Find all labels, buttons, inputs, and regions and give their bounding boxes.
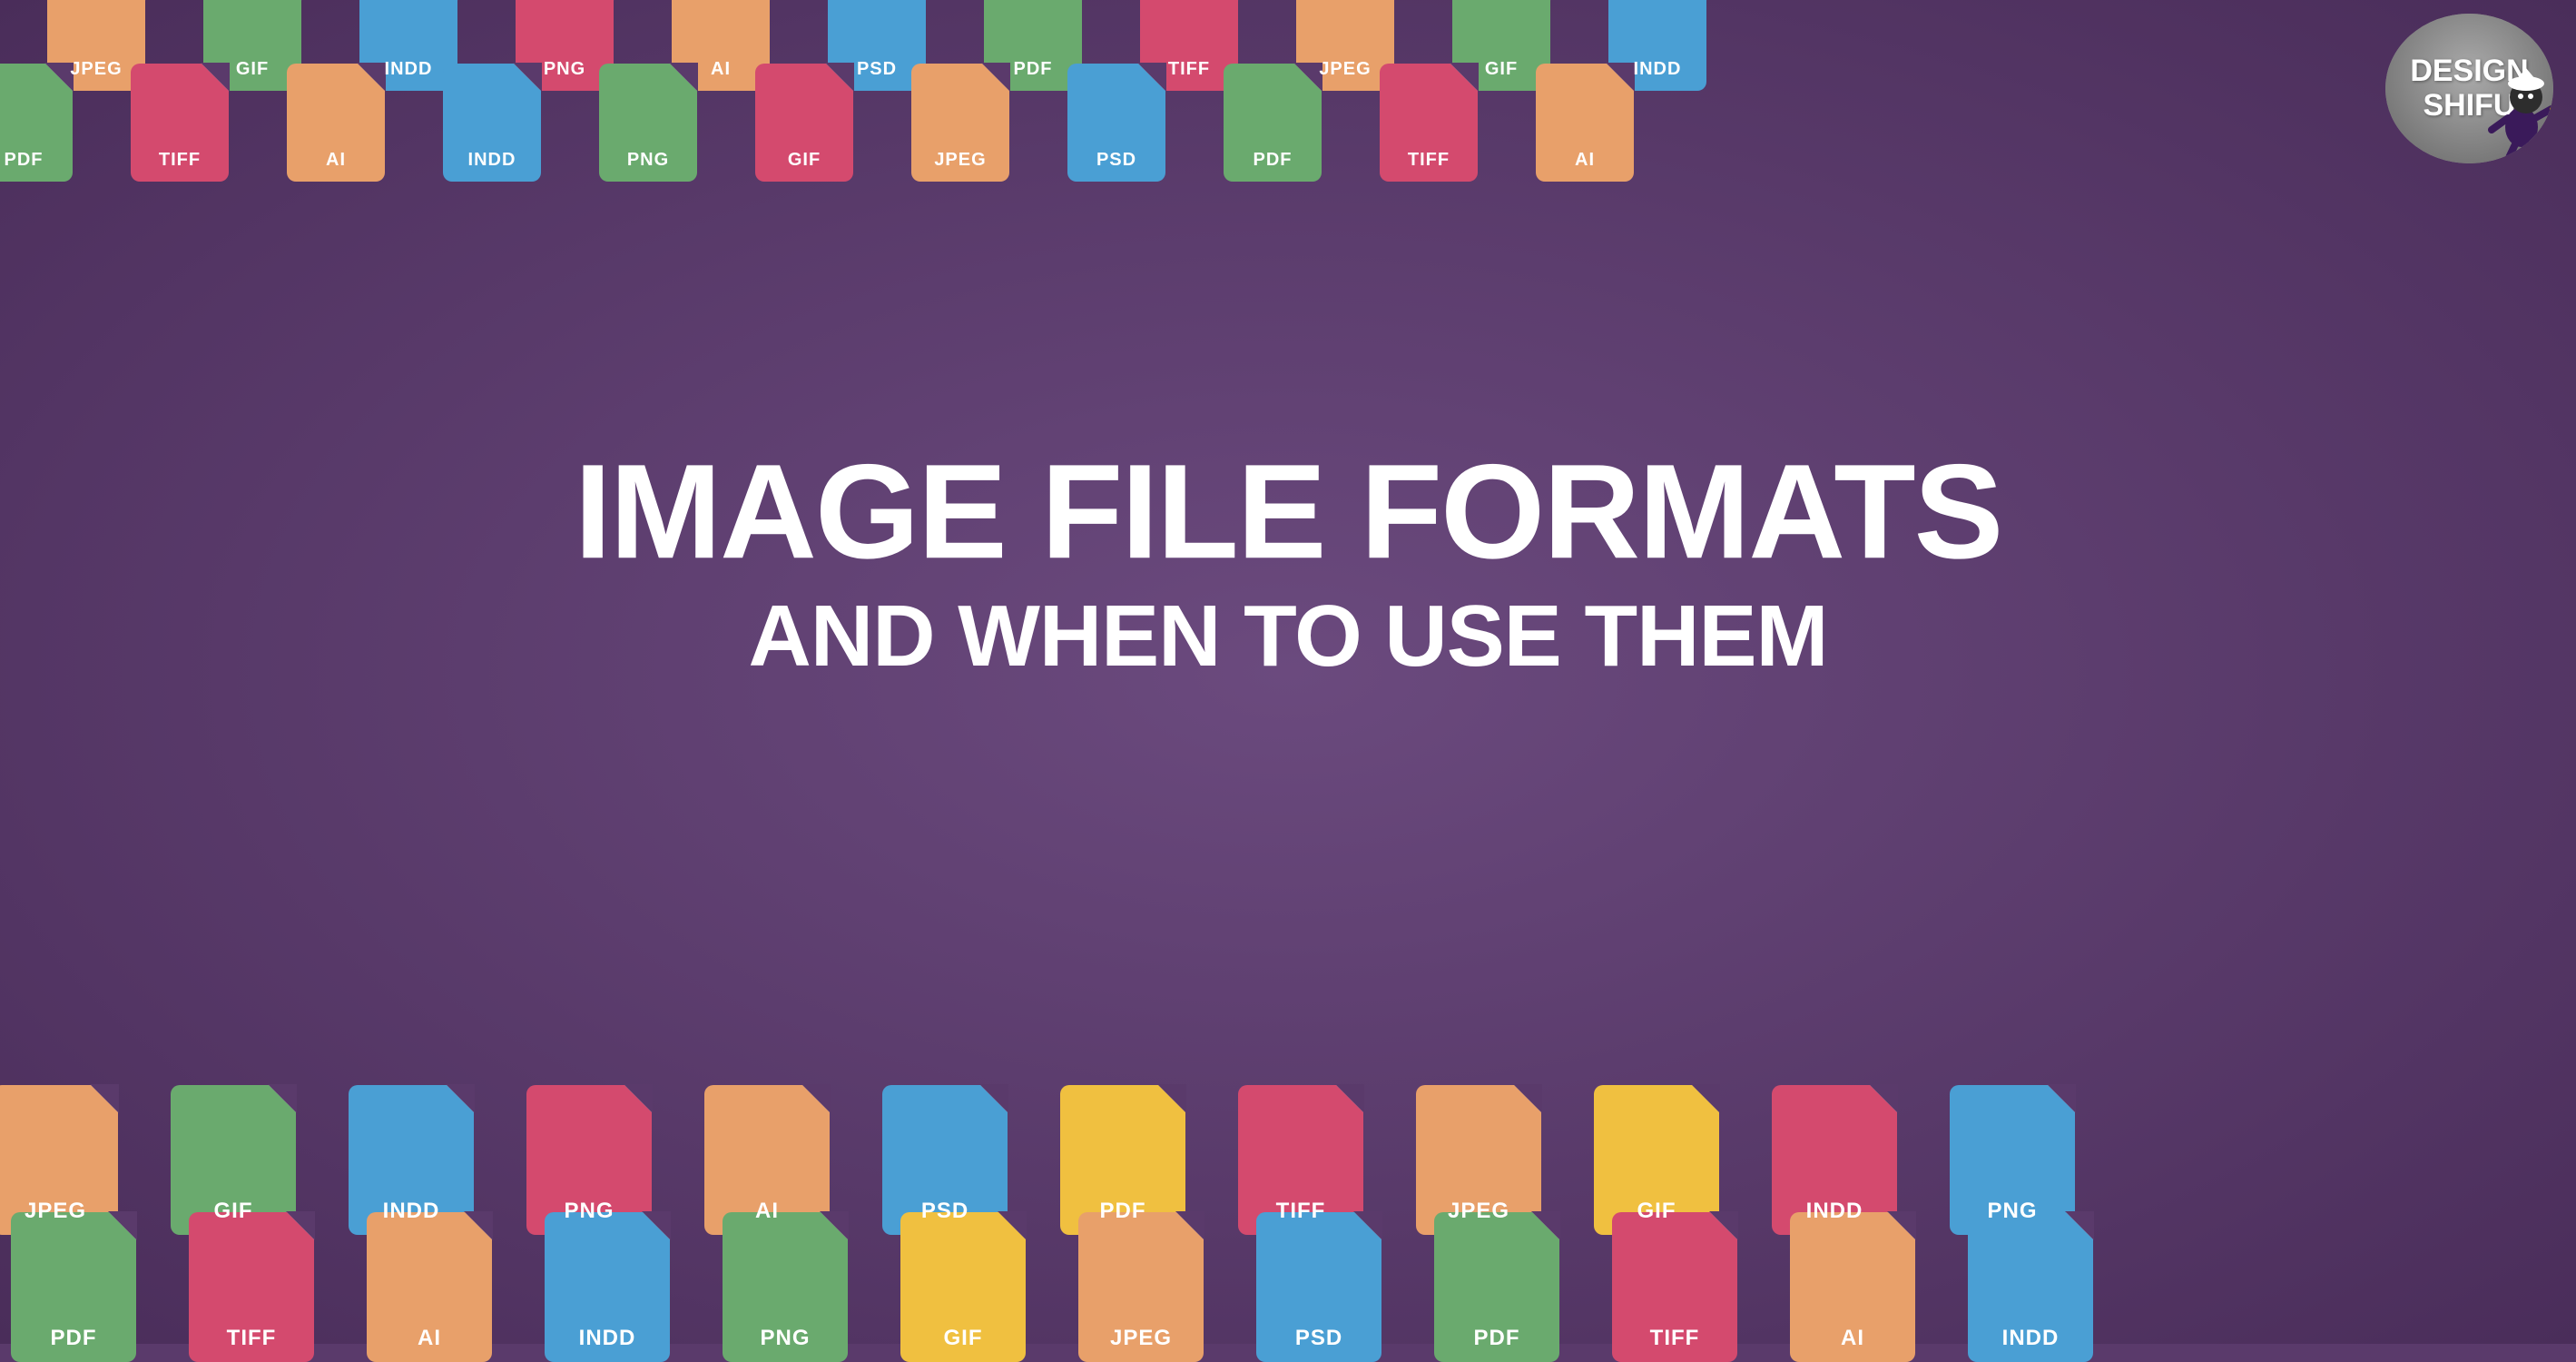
bottom-partial-row: PDF TIFF AI INDD PNG GIF JPEG PSD PDF TI… (0, 1212, 2122, 1362)
file-ai-r2: AI (287, 64, 385, 182)
ninja-icon (2472, 59, 2553, 163)
center-content: IMAGE FILE FORMATS AND WHEN TO USE THEM (129, 445, 2447, 685)
file-ai-bbot: AI (367, 1212, 492, 1362)
sub-title: AND WHEN TO USE THEM (129, 588, 2447, 685)
file-tiff2-r2: TIFF (1380, 64, 1478, 182)
file-gif-bbot: GIF (900, 1212, 1026, 1362)
logo-container: DESIGN SHIFU (2385, 14, 2553, 163)
file-gif-r2: GIF (755, 64, 853, 182)
file-indd2-bbot: INDD (1968, 1212, 2093, 1362)
file-indd-r2: INDD (443, 64, 541, 182)
top-row-partial: JPEG GIF INDD PNG AI PSD PDF TIFF JPEG G… (0, 0, 1754, 91)
file-pdf2-r2: PDF (1224, 64, 1322, 182)
file-png-bbot: PNG (723, 1212, 848, 1362)
file-pdf-bbot: PDF (11, 1212, 136, 1362)
file-ai2-r2: AI (1536, 64, 1634, 182)
main-title: IMAGE FILE FORMATS (129, 445, 2447, 579)
file-tiff-r2: TIFF (131, 64, 229, 182)
file-jpeg-r2: JPEG (911, 64, 1009, 182)
file-pdf2-bbot: PDF (1434, 1212, 1559, 1362)
file-jpeg-bbot: JPEG (1078, 1212, 1204, 1362)
file-ai2-bbot: AI (1790, 1212, 1915, 1362)
file-tiff2-bbot: TIFF (1612, 1212, 1737, 1362)
file-png-r2: PNG (599, 64, 697, 182)
file-psd-bbot: PSD (1256, 1212, 1381, 1362)
banner: JPEG GIF INDD PNG AI PSD PDF TIFF JPEG G… (0, 0, 2576, 1344)
file-indd-bbot: INDD (545, 1212, 670, 1362)
file-tiff-bbot: TIFF (189, 1212, 314, 1362)
file-psd-r2: PSD (1067, 64, 1165, 182)
logo-circle: DESIGN SHIFU (2385, 14, 2553, 163)
row2: PDF TIFF AI INDD PNG GIF JPEG PSD PDF TI… (0, 64, 1681, 182)
file-pdf-r2: PDF (0, 64, 73, 182)
